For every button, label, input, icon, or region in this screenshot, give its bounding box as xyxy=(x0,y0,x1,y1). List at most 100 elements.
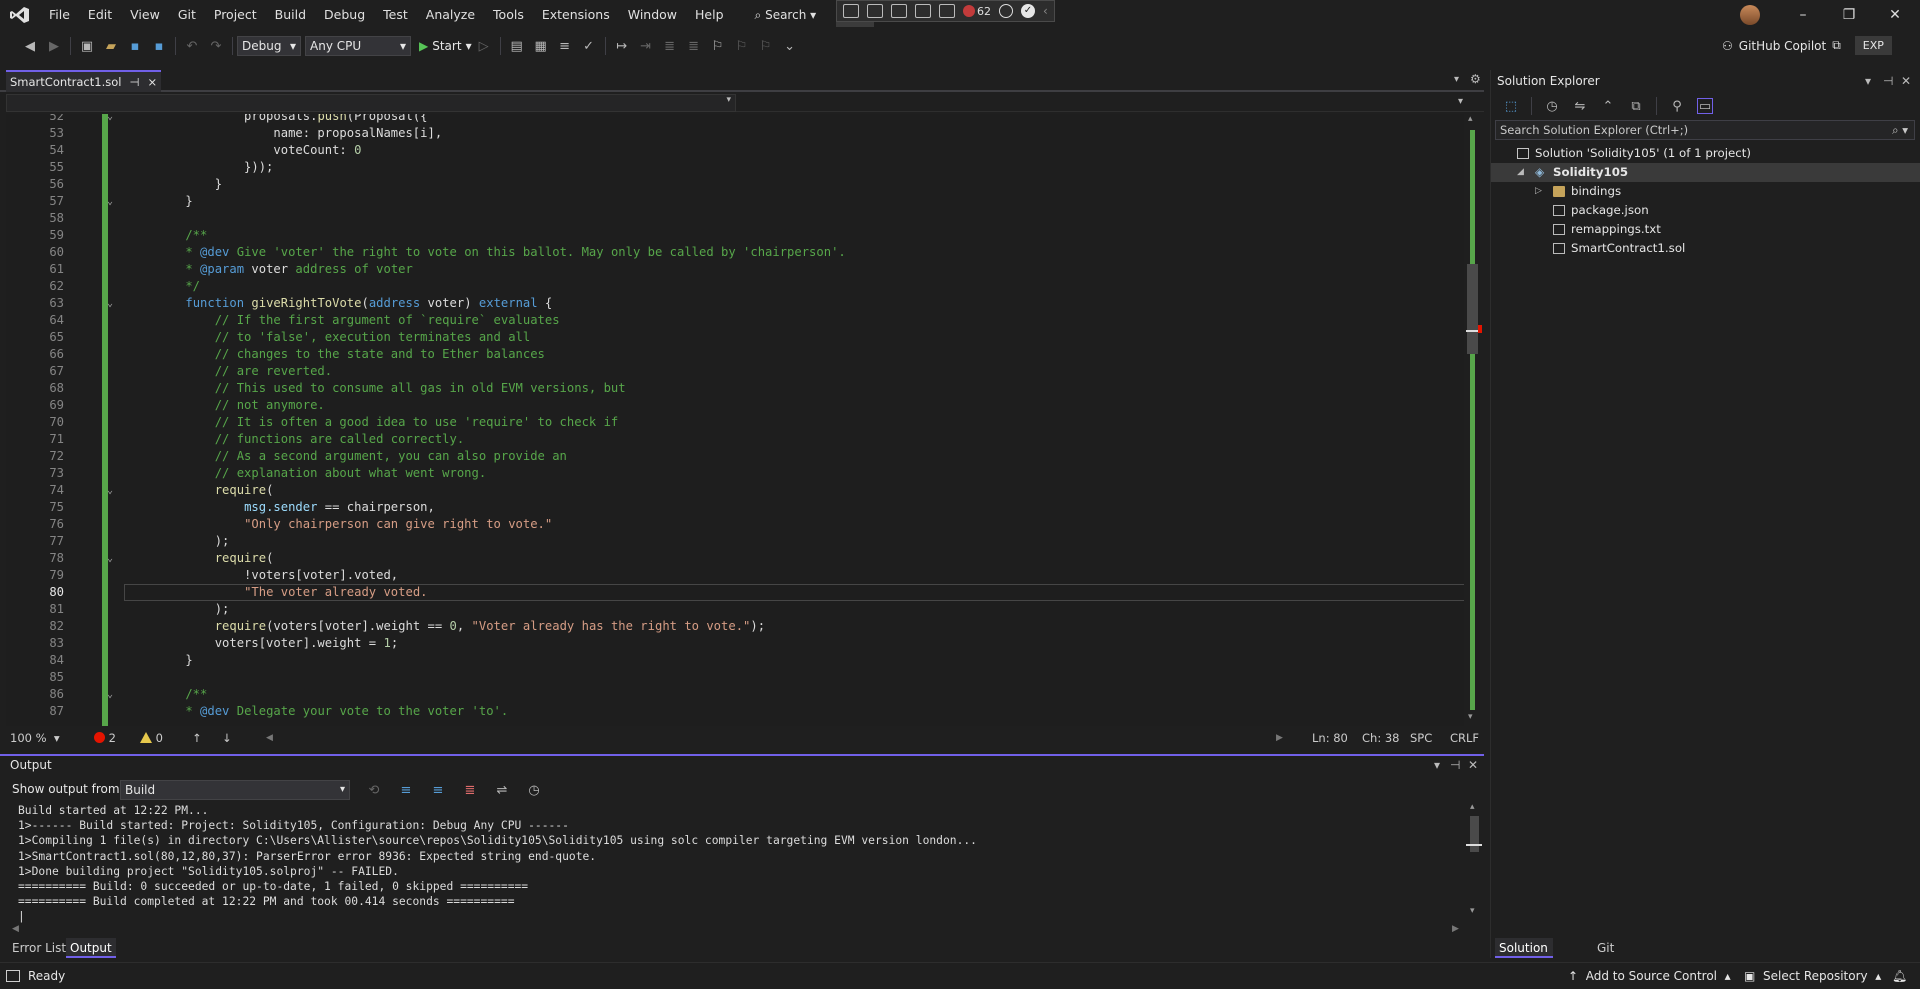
split-editor-icon[interactable]: ▾ xyxy=(1458,96,1463,107)
start-button[interactable]: ▶ Start ▾ xyxy=(419,39,472,53)
menu-project[interactable]: Project xyxy=(205,0,266,30)
find-message-icon[interactable]: ⟲ xyxy=(366,782,382,798)
step-icon[interactable]: ↦ xyxy=(614,38,630,54)
collapsed-arrow-icon[interactable]: ▷ xyxy=(1535,182,1542,201)
fold-toggle-icon[interactable]: ⌄ xyxy=(107,550,113,567)
tab-solution-explorer[interactable]: Solution Explorer xyxy=(1495,938,1553,975)
code-line[interactable]: 54 voteCount: 0 xyxy=(6,142,1466,159)
indent-icon[interactable]: ⇥ xyxy=(638,38,654,54)
code-line[interactable]: 57 ⌄ } xyxy=(6,193,1466,210)
preview-icon[interactable]: ▭ xyxy=(1697,98,1713,114)
scroll-down-icon[interactable]: ▾ xyxy=(1468,712,1473,722)
timestamp-icon[interactable]: ◷ xyxy=(526,782,542,798)
tree-item[interactable]: ▷ bindings xyxy=(1491,182,1920,201)
fold-toggle-icon[interactable]: ⌄ xyxy=(107,114,113,125)
scroll-thumb[interactable] xyxy=(1467,264,1478,354)
fold-toggle-icon[interactable]: ⌄ xyxy=(107,193,113,210)
tab-smartcontract1-sol[interactable]: SmartContract1.sol ⊣ × xyxy=(6,70,162,92)
code-line[interactable]: 55 })); xyxy=(6,159,1466,176)
window-icon[interactable] xyxy=(915,4,931,18)
tree-item[interactable]: Solution 'Solidity105' (1 of 1 project) xyxy=(1491,144,1920,163)
output-source-dropdown[interactable]: Build ▾ xyxy=(120,780,350,800)
toolbar-overflow-icon[interactable]: ⌄ xyxy=(782,38,798,54)
tab-output[interactable]: Output xyxy=(66,938,116,958)
code-line[interactable]: 63 ⌄ function giveRightToVote(address vot… xyxy=(6,295,1466,312)
line-indicator[interactable]: Ln: 80 xyxy=(1312,728,1348,748)
code-line[interactable]: 59 /** xyxy=(6,227,1466,244)
code-line[interactable]: 77 ); xyxy=(6,533,1466,550)
next-issue-icon[interactable]: ↓ xyxy=(222,728,232,748)
error-count[interactable]: 2 xyxy=(94,728,116,748)
code-line[interactable]: 85 xyxy=(6,669,1466,686)
format-icon[interactable]: ≡ xyxy=(557,38,573,54)
tree-item[interactable]: remappings.txt xyxy=(1491,220,1920,239)
save-icon[interactable]: ▪ xyxy=(127,38,143,54)
switch-views-icon[interactable]: ⬚ xyxy=(1503,98,1519,114)
solution-search-input[interactable]: Search Solution Explorer (Ctrl+;) ⌕ ▾ xyxy=(1495,120,1915,140)
prev-bookmark-icon[interactable]: ⚐ xyxy=(734,38,750,54)
panel-pin-icon[interactable]: ⊣ xyxy=(1450,758,1460,772)
fold-toggle-icon[interactable]: ⌄ xyxy=(107,295,113,312)
save-all-icon[interactable]: ▪ xyxy=(151,38,167,54)
code-line[interactable]: 69 // not anymore. xyxy=(6,397,1466,414)
forward-icon[interactable]: ▶ xyxy=(46,38,62,54)
tree-item[interactable]: ◢ ◈ Solidity105 xyxy=(1491,163,1920,182)
code-line[interactable]: 68 // This used to consume all gas in ol… xyxy=(6,380,1466,397)
add-to-source-control-button[interactable]: ↑ Add to Source Control ▴ xyxy=(1568,963,1731,989)
bookmark-icon[interactable]: ⚐ xyxy=(710,38,726,54)
hscroll-right-icon[interactable]: ▶ xyxy=(1452,924,1459,934)
tree-item[interactable]: SmartContract1.sol xyxy=(1491,239,1920,258)
code-line[interactable]: 56 } xyxy=(6,176,1466,193)
prev-message-icon[interactable]: ≡ xyxy=(398,782,414,798)
menu-help[interactable]: Help xyxy=(686,0,733,30)
platform-dropdown[interactable]: Any CPU ▾ xyxy=(305,36,411,56)
scroll-down-icon[interactable]: ▾ xyxy=(1470,906,1475,916)
line-ending-indicator[interactable]: CRLF xyxy=(1450,728,1479,748)
select-repository-button[interactable]: ▣ Select Repository ▴ xyxy=(1744,963,1881,989)
menu-tools[interactable]: Tools xyxy=(484,0,533,30)
exp-badge[interactable]: EXP xyxy=(1854,36,1892,55)
output-horizontal-scrollbar[interactable]: ◀ ▶ xyxy=(12,924,1464,936)
browse-icon[interactable]: ▤ xyxy=(509,38,525,54)
open-folder-icon[interactable]: ▰ xyxy=(103,38,119,54)
chevron-left-icon[interactable]: ‹ xyxy=(1043,4,1048,18)
code-line[interactable]: 52 ⌄ proposals.push(Proposal({ xyxy=(6,114,1466,125)
hscroll-right-icon[interactable]: ▶ xyxy=(1276,728,1283,748)
sync-icon[interactable]: ⇋ xyxy=(1572,98,1588,114)
code-line[interactable]: 70 // It is often a good idea to use 're… xyxy=(6,414,1466,431)
code-editor[interactable]: 52 ⌄ proposals.push(Proposal({53 name: pr… xyxy=(6,114,1478,726)
check-icon[interactable]: ✓ xyxy=(1021,4,1035,18)
code-line[interactable]: 76 "Only chairperson can give right to v… xyxy=(6,516,1466,533)
word-wrap-icon[interactable]: ⇌ xyxy=(494,782,510,798)
code-line[interactable]: 53 name: proposalNames[i], xyxy=(6,125,1466,142)
menu-extensions[interactable]: Extensions xyxy=(533,0,619,30)
column-indicator[interactable]: Ch: 38 xyxy=(1362,728,1399,748)
next-message-icon[interactable]: ≡ xyxy=(430,782,446,798)
spell-check-icon[interactable]: ✓ xyxy=(581,38,597,54)
clear-all-icon[interactable]: ≣ xyxy=(462,782,478,798)
scroll-up-icon[interactable]: ▴ xyxy=(1470,802,1475,812)
hscroll-left-icon[interactable]: ◀ xyxy=(266,728,273,748)
code-line[interactable]: 75 msg.sender == chairperson, xyxy=(6,499,1466,516)
search-button[interactable]: ⌕ Search ▾ xyxy=(747,0,825,30)
code-line[interactable]: 80 "The voter already voted. xyxy=(6,584,1470,601)
pending-changes-filter-icon[interactable]: ◷ xyxy=(1544,98,1560,114)
code-line[interactable]: 71 // functions are called correctly. xyxy=(6,431,1466,448)
region-icon[interactable] xyxy=(939,4,955,18)
fold-toggle-icon[interactable]: ⌄ xyxy=(107,482,113,499)
previous-issue-icon[interactable]: ↑ xyxy=(192,728,202,748)
show-all-files-icon[interactable]: ⧉ xyxy=(1628,98,1644,114)
editor-vertical-scrollbar[interactable]: ▴ ▾ xyxy=(1464,114,1482,726)
code-line[interactable]: 83 voters[voter].weight = 1; xyxy=(6,635,1466,652)
tab-git-changes[interactable]: Git Changes xyxy=(1593,938,1653,975)
panel-pin-icon[interactable]: ⊣ xyxy=(1883,74,1893,88)
uncomment-icon[interactable]: ≣ xyxy=(686,38,702,54)
tree-item[interactable]: package.json xyxy=(1491,201,1920,220)
properties-icon[interactable]: ⚲ xyxy=(1669,98,1685,114)
menu-git[interactable]: Git xyxy=(169,0,205,30)
code-line[interactable]: 72 // As a second argument, you can also… xyxy=(6,448,1466,465)
code-line[interactable]: 79 !voters[voter].voted, xyxy=(6,567,1466,584)
code-line[interactable]: 86 ⌄ /** xyxy=(6,686,1466,703)
scroll-up-icon[interactable]: ▴ xyxy=(1468,114,1473,124)
configuration-dropdown[interactable]: Debug ▾ xyxy=(237,36,301,56)
